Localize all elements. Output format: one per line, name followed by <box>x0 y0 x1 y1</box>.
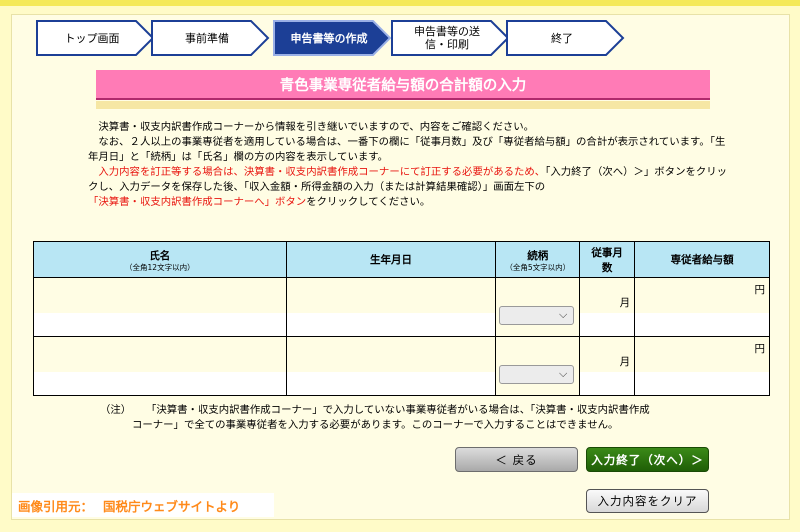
header-name: 氏名 （全角12文字以内） <box>33 241 287 278</box>
footnote-prefix: （注） <box>100 404 132 416</box>
name-field[interactable] <box>34 313 286 336</box>
yen-unit: 円 <box>754 343 766 355</box>
header-name-label: 氏名 <box>149 249 171 262</box>
footnote-line-1: 「決算書・収支内訳書作成コーナー」で入力していない事業専従者がいる場合は、「決算… <box>146 404 650 416</box>
name-cell <box>33 336 287 396</box>
step-preparation[interactable]: 事前準備 <box>151 18 271 58</box>
step-label: 申告書等の送信・印刷 <box>414 25 480 51</box>
intro-warning-text: 入力内容を訂正等する場合は、決算書・収支内訳書作成コーナーにて訂正する必要がある… <box>98 166 546 178</box>
step-send-print[interactable]: 申告書等の送信・印刷 <box>391 18 511 58</box>
table-row: ⌵ 月 円 <box>33 336 770 396</box>
salary-cell: 円 <box>634 277 770 337</box>
dob-field[interactable] <box>286 372 496 395</box>
name-field[interactable] <box>34 372 286 395</box>
image-credit: 画像引用元： 国税庁ウェブサイトより <box>12 493 274 517</box>
table-header-row: 氏名 （全角12文字以内） 生年月日 続柄 （全角5文字以内） 従事月数 専従者給与… <box>33 241 770 278</box>
table-row: ⌵ 月 円 <box>33 277 770 337</box>
salary-field[interactable] <box>635 372 769 395</box>
salary-field[interactable] <box>635 313 769 336</box>
title-underline <box>96 101 710 109</box>
footnote-line-2: コーナー」で全ての事業専従者を入力する必要があります。このコーナーで入力すること… <box>132 419 619 431</box>
months-field[interactable] <box>580 313 635 336</box>
step-label: 終了 <box>551 31 573 45</box>
header-dob: 生年月日 <box>285 241 497 278</box>
credit-source: 国税庁ウェブサイトより <box>103 498 241 514</box>
step-label: 事前準備 <box>185 31 229 45</box>
chevron-down-icon: ⌵ <box>558 308 568 321</box>
relation-cell: ⌵ <box>495 277 581 337</box>
months-field[interactable] <box>580 372 635 395</box>
intro-line-3: 入力内容を訂正等する場合は、決算書・収支内訳書作成コーナーにて訂正する必要がある… <box>88 165 728 210</box>
step-create-return[interactable]: 申告書等の作成 <box>273 18 393 58</box>
relation-cell: ⌵ <box>495 336 581 396</box>
header-relation: 続柄 （全角5文字以内） <box>495 241 581 278</box>
header-relation-label: 続柄 <box>527 249 549 262</box>
header-months: 従事月数 <box>579 241 636 278</box>
intro-instruction-end: をクリックしてください。 <box>306 196 431 208</box>
page-title: 青色事業専従者給与額の合計額の入力 <box>96 70 710 100</box>
name-cell <box>33 277 287 337</box>
footnote: （注） 「決算書・収支内訳書作成コーナー」で入力していない事業専従者がいる場合は、… <box>100 403 740 433</box>
intro-line-1: 決算書・収支内訳書作成コーナーから情報を引き継いでいますので、内容をご確認くださ… <box>98 121 535 133</box>
chevron-down-icon: ⌵ <box>558 367 568 380</box>
finish-next-button[interactable]: 入力終了（次へ）＞ <box>586 447 709 472</box>
step-finish[interactable]: 終了 <box>506 18 626 58</box>
header-salary: 専従者給与額 <box>634 241 770 278</box>
employee-table: 氏名 （全角12文字以内） 生年月日 続柄 （全角5文字以内） 従事月数 専従者給与… <box>33 241 770 396</box>
step-label: 申告書等の作成 <box>290 31 368 45</box>
months-cell: 月 <box>579 277 636 337</box>
credit-label: 画像引用元： <box>18 498 94 514</box>
month-unit: 月 <box>619 356 631 368</box>
top-accent-bar <box>0 0 800 6</box>
months-cell: 月 <box>579 336 636 396</box>
intro-button-reference: 「決算書・収支内訳書作成コーナーへ」ボタン <box>88 196 307 208</box>
yen-unit: 円 <box>754 284 766 296</box>
dob-cell <box>285 336 497 396</box>
clear-input-button[interactable]: 入力内容をクリア <box>586 489 709 513</box>
intro-text: 決算書・収支内訳書作成コーナーから情報を引き継いでいますので、内容をご確認くださ… <box>88 120 728 210</box>
intro-line-2: なお、２人以上の事業専従者を適用している場合は、一番下の欄に「従事月数」及び「専… <box>88 136 726 163</box>
month-unit: 月 <box>619 297 631 309</box>
dob-field[interactable] <box>286 313 496 336</box>
relation-select[interactable]: ⌵ <box>499 365 575 384</box>
dob-cell <box>285 277 497 337</box>
salary-cell: 円 <box>634 336 770 396</box>
relation-select[interactable]: ⌵ <box>499 306 575 325</box>
step-label: トップ画面 <box>64 31 120 45</box>
header-relation-note: （全角5文字以内） <box>505 262 571 272</box>
back-button[interactable]: ＜ 戻る <box>455 447 578 472</box>
header-name-note: （全角12文字以内） <box>125 262 195 272</box>
step-top-screen[interactable]: トップ画面 <box>36 18 156 58</box>
